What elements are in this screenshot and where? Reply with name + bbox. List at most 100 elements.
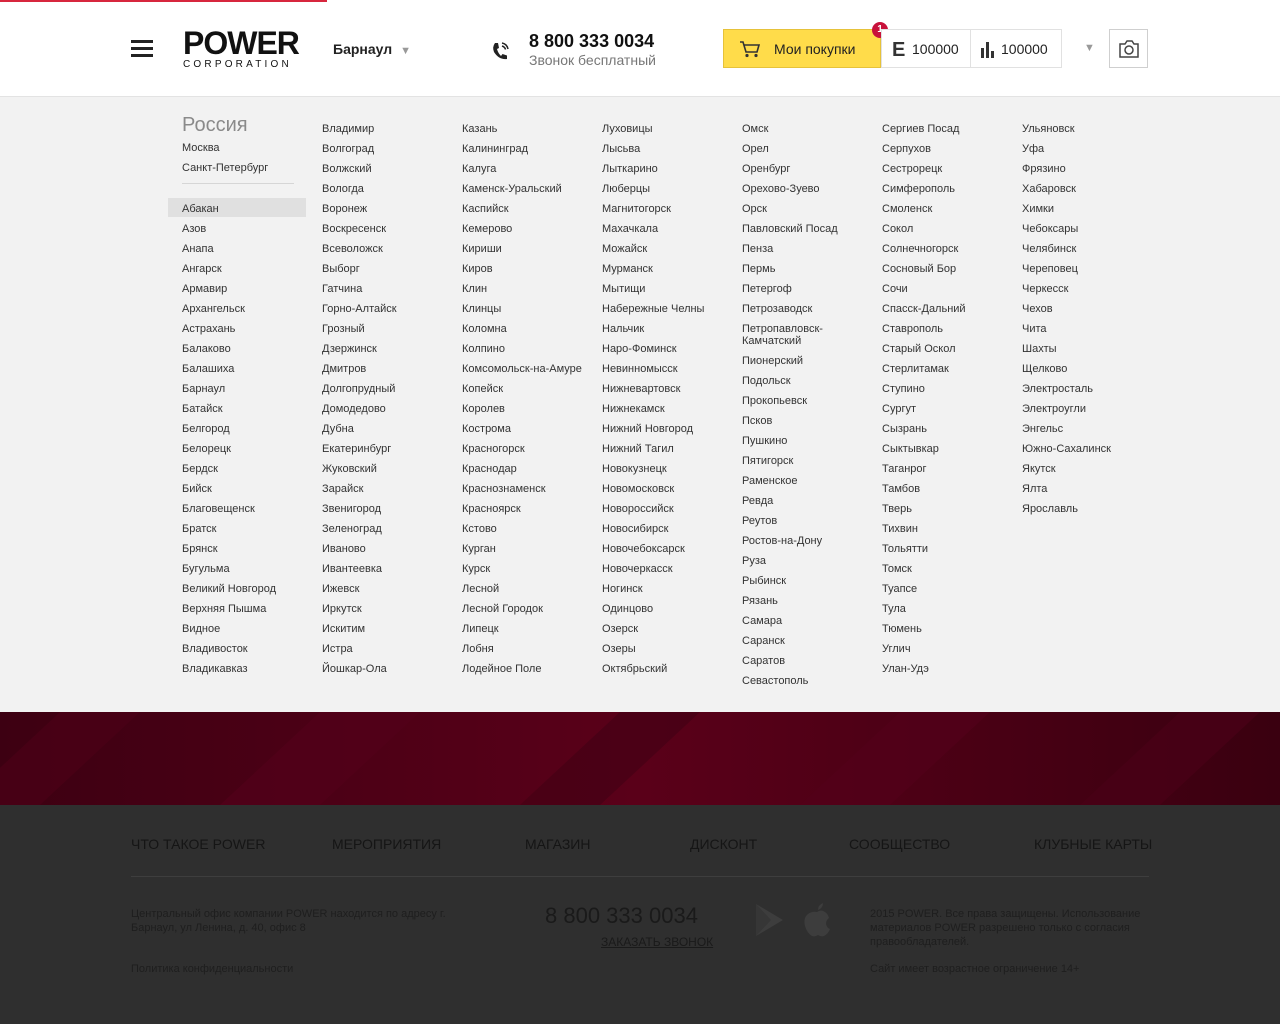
city-link[interactable]: Иркутск (322, 603, 362, 615)
city-link[interactable]: Невинномысск (602, 363, 678, 375)
city-link[interactable]: Ульяновск (1022, 123, 1075, 135)
order-call-link[interactable]: ЗАКАЗАТЬ ЗВОНОК (601, 935, 713, 949)
city-link[interactable]: Псков (742, 415, 772, 427)
city-link[interactable]: Нижнекамск (602, 403, 665, 415)
city-link[interactable]: Королев (462, 403, 505, 415)
city-link[interactable]: Смоленск (882, 203, 932, 215)
city-link[interactable]: Владивосток (182, 643, 248, 655)
e-balance-counter[interactable]: E 100000 (881, 29, 971, 68)
city-link[interactable]: Липецк (462, 623, 499, 635)
city-link[interactable]: Верхняя Пышма (182, 603, 266, 615)
city-link[interactable]: Казань (462, 123, 497, 135)
city-link[interactable]: Краснодар (462, 463, 517, 475)
footer-nav-link[interactable]: МЕРОПРИЯТИЯ (332, 836, 441, 852)
city-link[interactable]: Таганрог (882, 463, 927, 475)
city-link[interactable]: Павловский Посад (742, 223, 838, 235)
featured-city-link[interactable]: Москва (182, 142, 220, 154)
city-link[interactable]: Ревда (742, 495, 773, 507)
city-link[interactable]: Курган (462, 543, 496, 555)
city-link[interactable]: Каспийск (462, 203, 509, 215)
city-link[interactable]: Наро-Фоминск (602, 343, 677, 355)
city-link[interactable]: Тверь (882, 503, 912, 515)
city-link[interactable]: Ступино (882, 383, 925, 395)
city-link[interactable]: Раменское (742, 475, 798, 487)
city-link[interactable]: Балашиха (182, 363, 234, 375)
city-link[interactable]: Севастополь (742, 675, 808, 687)
city-link[interactable]: Ярославль (1022, 503, 1078, 515)
city-link[interactable]: Лодейное Поле (462, 663, 541, 675)
city-link[interactable]: Оренбург (742, 163, 790, 175)
city-link[interactable]: Октябрьский (602, 663, 667, 675)
city-link[interactable]: Чебоксары (1022, 223, 1078, 235)
city-link[interactable]: Подольск (742, 375, 791, 387)
city-link[interactable]: Нижневартовск (602, 383, 680, 395)
city-link[interactable]: Барнаул (182, 383, 225, 395)
city-link[interactable]: Петрозаводск (742, 303, 812, 315)
city-link[interactable]: Зеленоград (322, 523, 382, 535)
city-link[interactable]: Орск (742, 203, 767, 215)
menu-icon[interactable] (131, 40, 153, 58)
city-link[interactable]: Челябинск (1022, 243, 1076, 255)
city-link[interactable]: Астрахань (182, 323, 235, 335)
city-link[interactable]: Калуга (462, 163, 496, 175)
city-link[interactable]: Фрязино (1022, 163, 1066, 175)
city-link[interactable]: Люберцы (602, 183, 650, 195)
city-link[interactable]: Петергоф (742, 283, 792, 295)
city-link[interactable]: Новомосковск (602, 483, 674, 495)
city-link[interactable]: Великий Новгород (182, 583, 276, 595)
city-link[interactable]: Йошкар-Ола (322, 663, 387, 675)
city-link[interactable]: Пятигорск (742, 455, 793, 467)
city-link[interactable]: Тамбов (882, 483, 920, 495)
city-link[interactable]: Бердск (182, 463, 218, 475)
city-link[interactable]: Туапсе (882, 583, 917, 595)
city-link[interactable]: Дзержинск (322, 343, 377, 355)
city-link[interactable]: Лобня (462, 643, 494, 655)
footer-nav-link[interactable]: ДИСКОНТ (690, 836, 757, 852)
city-link[interactable]: Новочеркасск (602, 563, 673, 575)
city-link[interactable]: Ангарск (182, 263, 222, 275)
chevron-down-icon[interactable]: ▼ (1084, 42, 1095, 54)
city-link[interactable]: Звенигород (322, 503, 381, 515)
footer-nav-link[interactable]: КЛУБНЫЕ КАРТЫ (1034, 836, 1152, 852)
city-link[interactable]: Волгоград (322, 143, 374, 155)
city-link[interactable]: Озерск (602, 623, 638, 635)
city-link[interactable]: Волжский (322, 163, 372, 175)
city-link[interactable]: Ивантеевка (322, 563, 382, 575)
city-link[interactable]: Мытищи (602, 283, 645, 295)
city-link[interactable]: Батайск (182, 403, 223, 415)
city-link[interactable]: Гатчина (322, 283, 362, 295)
city-link[interactable]: Уфа (1022, 143, 1044, 155)
featured-city-link[interactable]: Санкт-Петербург (182, 162, 268, 174)
city-link[interactable]: Симферополь (882, 183, 955, 195)
city-link[interactable]: Тольятти (882, 543, 928, 555)
google-play-icon[interactable] (753, 902, 785, 938)
city-link[interactable]: Красногорск (462, 443, 525, 455)
city-link[interactable]: Череповец (1022, 263, 1078, 275)
city-link[interactable]: Прокопьевск (742, 395, 807, 407)
city-link[interactable]: Улан-Удэ (882, 663, 929, 675)
city-link[interactable]: Рязань (742, 595, 778, 607)
city-link[interactable]: Тихвин (882, 523, 918, 535)
city-link[interactable]: Сестрорецк (882, 163, 942, 175)
city-link[interactable]: Домодедово (322, 403, 386, 415)
city-link[interactable]: Пенза (742, 243, 773, 255)
city-link[interactable]: Лесной (462, 583, 499, 595)
city-link[interactable]: Электросталь (1022, 383, 1093, 395)
my-purchases-button[interactable]: Мои покупки (723, 29, 881, 68)
city-link[interactable]: Кострома (462, 423, 511, 435)
city-link[interactable]: Тюмень (882, 623, 922, 635)
city-link[interactable]: Копейск (462, 383, 503, 395)
city-link[interactable]: Луховицы (602, 123, 653, 135)
city-link[interactable]: Краснознаменск (462, 483, 546, 495)
city-link[interactable]: Белорецк (182, 443, 231, 455)
city-link[interactable]: Лыткарино (602, 163, 658, 175)
city-link[interactable]: Анапа (182, 243, 214, 255)
city-link[interactable]: Озеры (602, 643, 636, 655)
city-link[interactable]: Серпухов (882, 143, 931, 155)
city-link[interactable]: Старый Оскол (882, 343, 956, 355)
city-link[interactable]: Дубна (322, 423, 354, 435)
city-link[interactable]: Красноярск (462, 503, 521, 515)
city-link[interactable]: Архангельск (182, 303, 245, 315)
city-link[interactable]: Махачкала (602, 223, 658, 235)
city-link[interactable]: Шахты (1022, 343, 1057, 355)
